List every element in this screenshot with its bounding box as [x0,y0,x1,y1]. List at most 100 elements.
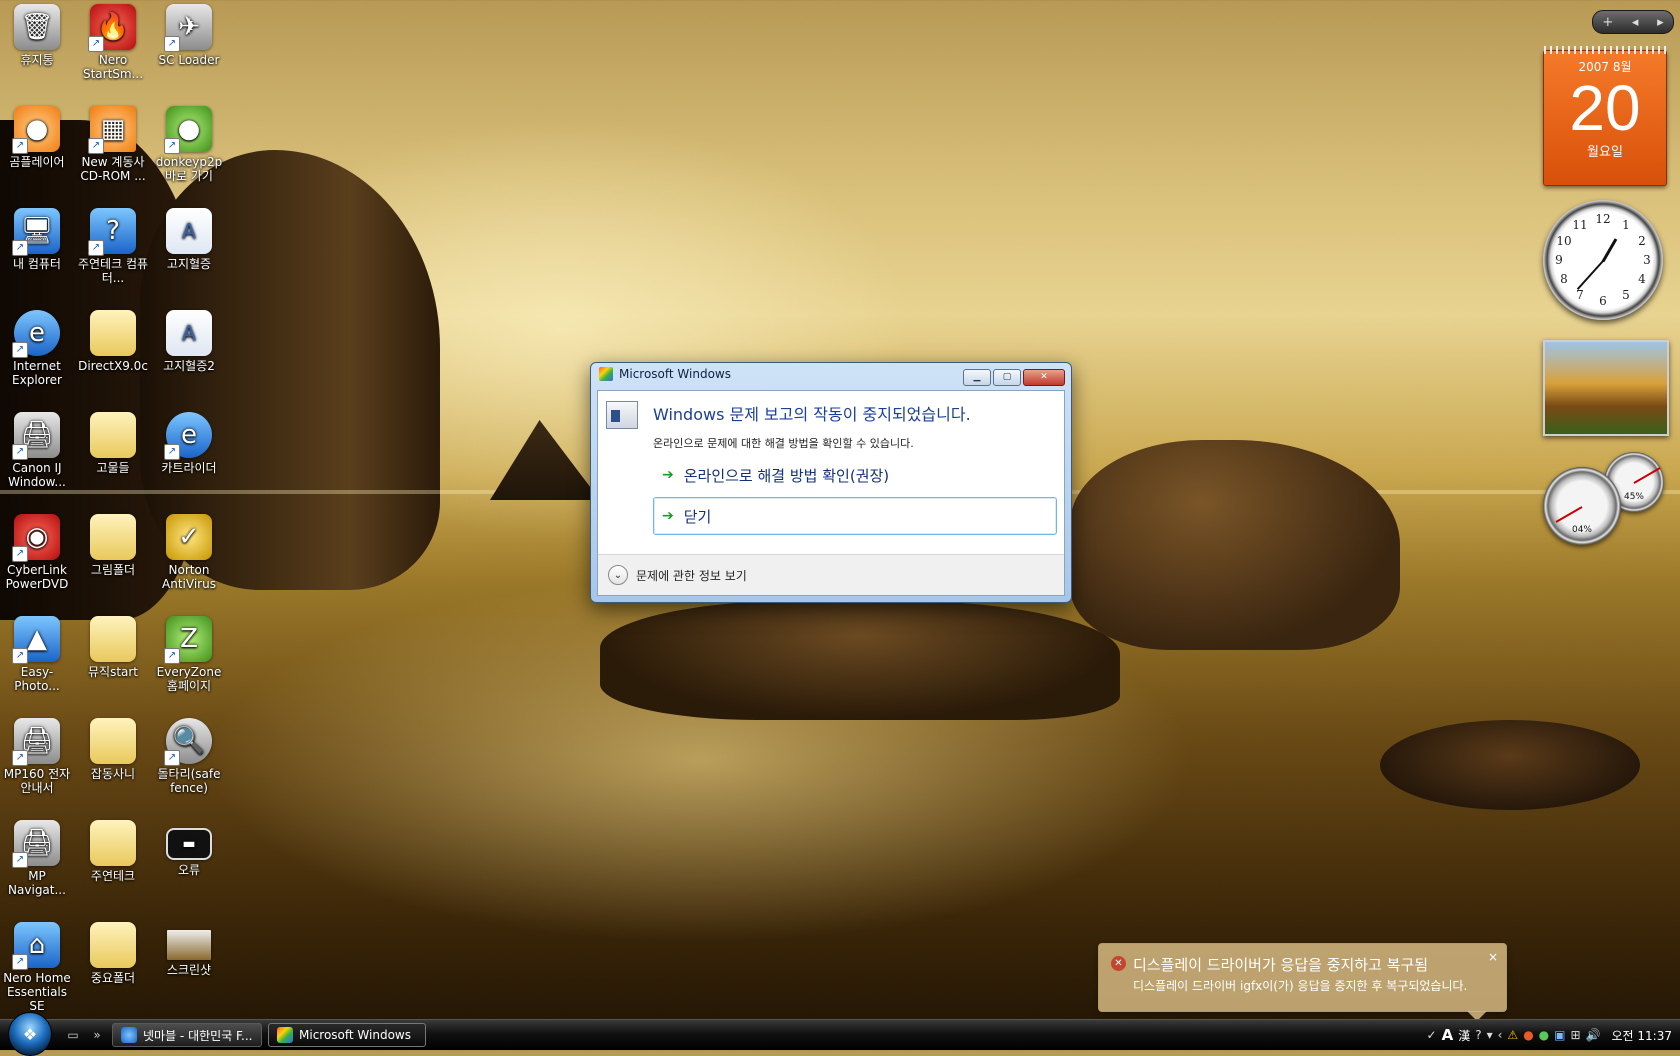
green-arrow-icon: ➔ [662,508,674,524]
clock-number: 11 [1572,218,1588,232]
antivirus-icon[interactable]: ● [1539,1028,1549,1042]
desktop-icon-nero[interactable]: 🔥 ↗ Nero StartSm... [76,0,150,81]
meter-big-percent: 04% [1571,525,1592,535]
desktop-icon-label: donkeyp2p 바로 가기 [155,155,223,183]
quicklaunch-chevron[interactable]: » [88,1026,106,1044]
chevron-down-icon[interactable]: ⌄ [608,565,628,585]
close-program-button[interactable]: ➔ 닫기 [653,497,1057,535]
taskbar-button-netmarble[interactable]: 넷마블 - 대한민국 F... [112,1023,262,1047]
close-button[interactable]: ✕ [1023,369,1065,386]
display-icon[interactable]: ▣ [1554,1028,1565,1042]
notification-balloon[interactable]: ✕ 디스플레이 드라이버가 응답을 중지하고 복구됨 디스플레이 드라이버 ig… [1098,943,1507,1021]
desktop-icon-easy-photo[interactable]: ▲ ↗ Easy-Photo... [0,612,74,693]
windows-logo-icon: ❖ [22,1024,38,1044]
desktop-icon-kartrider[interactable]: e ↗ 카트라이더 [152,408,226,475]
add-gadget-button[interactable]: + [1602,15,1613,30]
screenshot-icon [167,930,211,960]
document-icon: A [166,208,212,254]
network-icon[interactable]: ⊞ [1571,1028,1581,1042]
clock-gadget[interactable]: 12 1 2 3 4 5 6 7 8 9 10 11 [1543,200,1663,320]
desktop-icon-folder-music[interactable]: 뮤직start [76,612,150,679]
desktop-icon-sc-loader[interactable]: ✈ ↗ SC Loader [152,0,226,67]
desktop-icon-safe-fence[interactable]: 🔍 ↗ 돌타리(safe fence) [152,714,226,795]
desktop-icon-label: 중요폴더 [90,971,136,985]
desktop-icon-canon[interactable]: 🖨 ↗ Canon IJ Window... [0,408,74,489]
printer-icon: 🖨 ↗ [12,820,60,868]
ie-icon [121,1027,137,1043]
desktop-icon-ie[interactable]: e ↗ Internet Explorer [0,306,74,387]
desktop-icon-label: EveryZone 홈페이지 [156,665,222,693]
hanja-indicator[interactable]: 漢 [1458,1027,1470,1044]
desktop-icon-label: Internet Explorer [12,359,62,387]
dvd-icon: ◉ ↗ [12,514,60,562]
desktop-icon-powerdvd[interactable]: ◉ ↗ CyberLink PowerDVD [0,510,74,591]
desktop-icon-mp160[interactable]: 🖨 ↗ MP160 전자 안내서 [0,714,74,795]
calendar-gadget[interactable]: 2007 8월 20 월요일 [1543,46,1667,186]
desktop-icon-label: 고지혈증 [166,257,212,271]
chevron-left-icon[interactable]: ◂ [1632,15,1639,30]
ime-mode-indicator[interactable]: A [1442,1026,1454,1044]
desktop-icon-label: 그림폴더 [90,563,136,577]
desktop-icon-label: 고물들 [96,461,130,475]
folder-icon [90,412,136,458]
desktop-icon-error-image[interactable]: ▬ 오류 [152,816,226,877]
desktop-icon-donkey[interactable]: ● ↗ donkeyp2p 바로 가기 [152,102,226,183]
tray-expand-icon[interactable]: ‹ [1498,1028,1503,1042]
green-arrow-icon: ➔ [662,467,674,483]
desktop-icon-folder-misc[interactable]: 잡동사니 [76,714,150,781]
gom-player-icon: ● ↗ [12,106,60,154]
start-button[interactable]: ❖ [8,1012,52,1056]
desktop-icon-document-2[interactable]: A 고지혈증2 [152,306,226,373]
clock-number: 9 [1555,253,1563,267]
desktop-icon-folder-important[interactable]: 중요폴더 [76,918,150,985]
desktop-icon-folder-gomul[interactable]: 고물들 [76,408,150,475]
cpu-meter-big[interactable]: 04% [1543,467,1621,545]
tray-clock[interactable]: 오전 11:37 [1612,1027,1672,1044]
folder-icon [90,616,136,662]
options-icon[interactable]: ▾ [1487,1028,1493,1042]
desktop-icon-everyzone[interactable]: Z ↗ EveryZone 홈페이지 [152,612,226,693]
desktop-icon-help[interactable]: ? ↗ 주연테크 컴퓨터... [76,204,150,285]
desktop-icon-norton[interactable]: ✓ Norton AntiVirus [152,510,226,591]
show-desktop-icon[interactable]: ▭ [64,1026,82,1044]
desktop-icon-label: 주연테크 컴퓨터... [77,257,149,285]
clock-number: 7 [1576,288,1584,302]
desktop-icon-label: Norton AntiVirus [162,563,216,591]
desktop-icon-cdrom[interactable]: ▦ ↗ New 계동사 CD-ROM ... [76,102,150,183]
everyzone-icon: Z ↗ [164,616,212,664]
language-bar-icon[interactable]: ✓ [1427,1028,1437,1042]
clock-minute-hand [1576,260,1604,290]
minimize-button[interactable]: ▁ [963,369,991,386]
desktop-icon-screenshot[interactable]: 스크린샷 [152,918,226,977]
clock-number: 10 [1556,234,1572,248]
maximize-button[interactable]: ▢ [993,369,1021,386]
desktop-icon-gom-player[interactable]: ● ↗ 곰플레이어 [0,102,74,169]
dialog-footer: ⌄ 문제에 관한 정보 보기 [598,554,1064,595]
desktop-icon-document-1[interactable]: A 고지혈증 [152,204,226,271]
windows-flag-icon [599,367,613,381]
desktop-icon-recycle-bin[interactable]: 🗑 휴지통 [0,0,74,67]
folder-icon [90,718,136,764]
cdrom-icon: ▦ ↗ [88,106,136,154]
security-icon[interactable]: ● [1523,1028,1533,1042]
taskbar-button-microsoft-windows[interactable]: Microsoft Windows [268,1023,426,1047]
warning-icon[interactable]: ⚠ [1507,1028,1518,1042]
desktop-icon-directx[interactable]: DirectX9.0c [76,306,150,373]
chevron-right-icon[interactable]: ▸ [1657,15,1664,30]
balloon-close-button[interactable]: × [1488,950,1498,964]
desktop-icon-folder-pictures[interactable]: 그림폴더 [76,510,150,577]
slideshow-gadget[interactable] [1543,340,1669,436]
desktop-icon-label: SC Loader [158,53,220,67]
desktop-icon-computer[interactable]: 🖥 ↗ 내 컴퓨터 [0,204,74,271]
check-online-button[interactable]: ➔ 온라인으로 해결 방법 확인(권장) [653,456,1057,494]
desktop-icon-mp-navigator[interactable]: 🖨 ↗ MP Navigat... [0,816,74,897]
desktop-icon-label: 곰플레이어 [9,155,65,169]
volume-icon[interactable]: 🔊 [1586,1028,1601,1042]
desktop-icon-label: Canon IJ Window... [8,461,66,489]
sidebar-controls: + ◂ ▸ [1592,10,1674,34]
dialog-title: Microsoft Windows [619,367,731,381]
help-icon[interactable]: ? [1475,1028,1481,1042]
desktop-icon-nero-home[interactable]: ⌂ ↗ Nero Home Essentials SE [0,918,74,1013]
details-link[interactable]: 문제에 관한 정보 보기 [636,567,747,584]
desktop-icon-folder-jooyon[interactable]: 주연테크 [76,816,150,883]
